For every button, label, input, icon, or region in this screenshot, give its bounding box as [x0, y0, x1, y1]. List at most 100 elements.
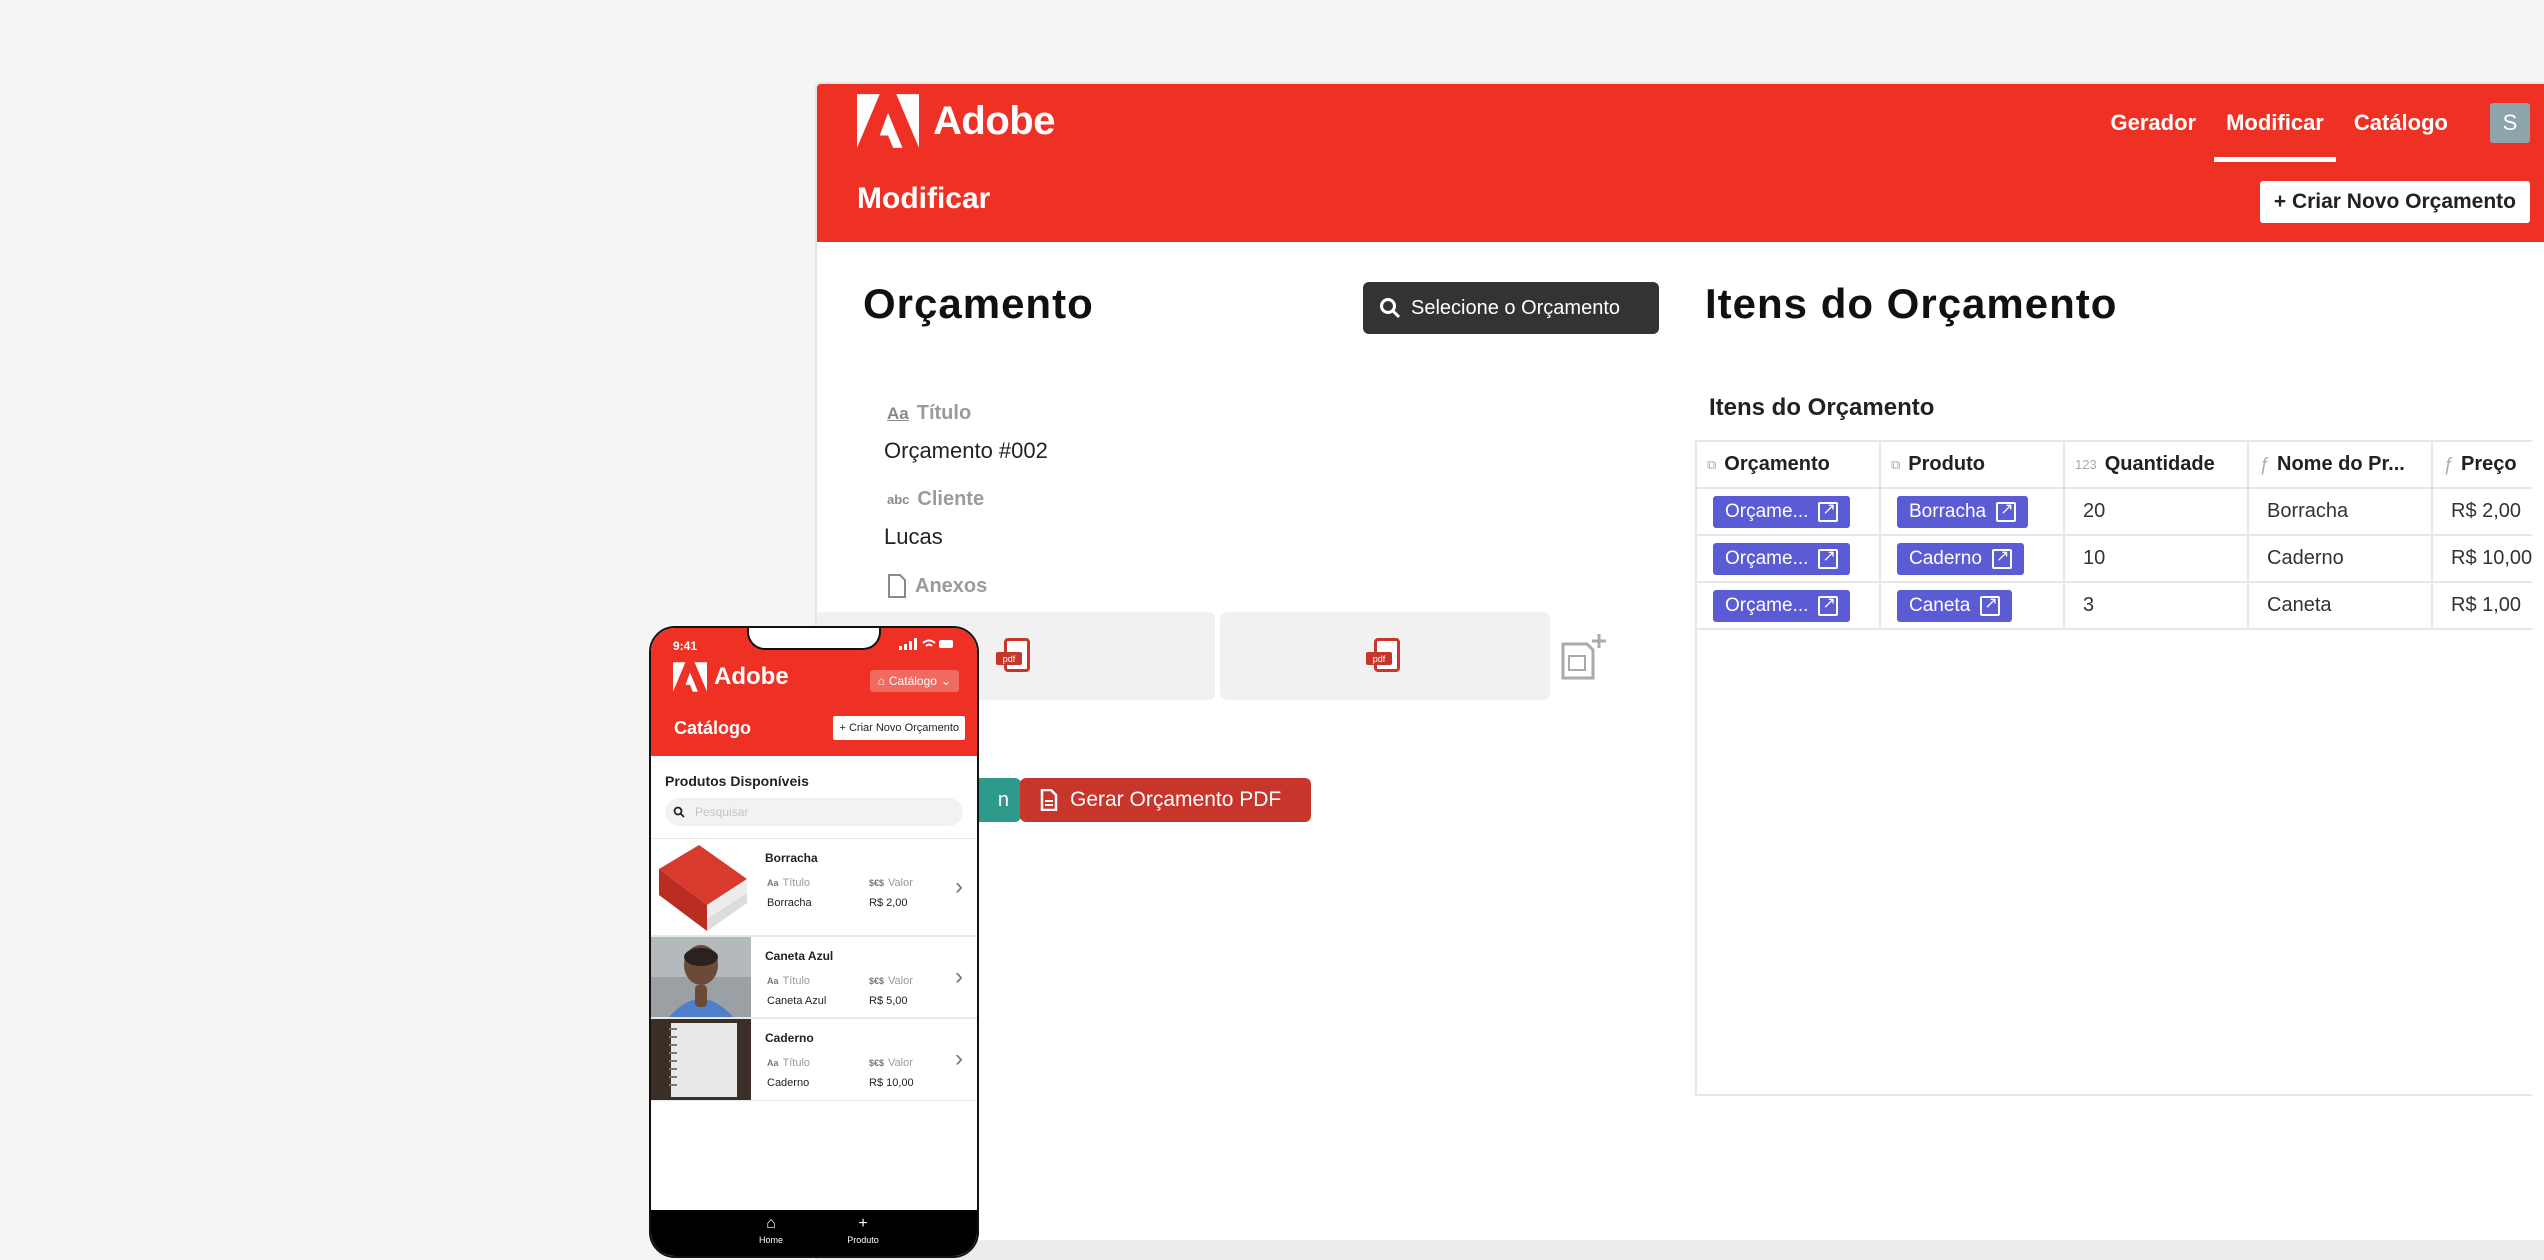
product-name: Caderno [765, 1031, 814, 1045]
nav-gerador[interactable]: Gerador [2098, 84, 2208, 162]
open-link-icon [1818, 546, 1839, 569]
price-cell[interactable]: R$ 1,00 [2433, 583, 2532, 628]
home-icon: ⌂ [766, 1215, 776, 1232]
value-label: $€$ Valor [869, 1057, 913, 1069]
list-item[interactable]: Caderno Aa Título $€$ Valor Caderno R$ 10,… [651, 1018, 977, 1101]
document-icon [1040, 789, 1058, 811]
phone-menu-dropdown[interactable]: ⌂ Catálogo ⌄ [869, 670, 959, 692]
top-nav: Gerador Modificar Catálogo S [2098, 84, 2544, 162]
notebook-image [651, 1019, 751, 1100]
logo-text: Adobe [933, 98, 1055, 143]
phone-mockup: 9:41 Adobe ⌂ Catálogo ⌄ Catálogo + Criar… [649, 626, 979, 1258]
status-icons [899, 638, 955, 653]
adobe-logo-icon [673, 662, 707, 692]
generate-pdf-label: Gerar Orçamento PDF [1070, 788, 1282, 811]
formula-icon: ƒ [2259, 454, 2270, 474]
price-value: R$ 5,00 [869, 995, 908, 1007]
quantity-cell[interactable]: 3 [2065, 583, 2249, 628]
pdf-file-icon: pdf [996, 638, 1034, 674]
open-link-icon [1818, 593, 1839, 616]
file-icon [888, 574, 906, 598]
page-title: Modificar [857, 182, 991, 215]
name-cell[interactable]: Caneta [2249, 583, 2433, 628]
title-value: Caderno [767, 1077, 810, 1089]
text-type-icon: Aa [887, 403, 909, 423]
shop-icon: ⌂ [877, 674, 885, 688]
quote-link-chip[interactable]: Orçame... [1713, 589, 1851, 622]
product-link-chip[interactable]: Caderno [1897, 542, 2024, 575]
name-cell[interactable]: Borracha [2249, 489, 2433, 534]
quote-link-chip[interactable]: Orçame... [1713, 542, 1851, 575]
app-header: Adobe Gerador Modificar Catálogo S Modif… [817, 84, 2544, 242]
phone-logo-text: Adobe [714, 663, 789, 690]
formula-icon: ƒ [2443, 454, 2454, 474]
col-nome[interactable]: ƒ Nome do Pr... [2249, 442, 2433, 487]
table-row: Orçame... Borracha 20 Borracha R$ 2,00 [1697, 489, 2532, 536]
title-value: Caneta Azul [767, 995, 827, 1007]
generate-pdf-button[interactable]: Gerar Orçamento PDF [1020, 778, 1311, 822]
products-section-title: Produtos Disponíveis [665, 773, 809, 789]
price-cell[interactable]: R$ 2,00 [2433, 489, 2532, 534]
title-field-value[interactable]: Orçamento #002 [884, 438, 1048, 464]
tab-home[interactable]: ⌂ Home [741, 1215, 801, 1246]
title-label: Aa Título [767, 877, 811, 889]
title-value: Borracha [767, 897, 812, 909]
chevron-right-icon[interactable]: › [955, 873, 963, 901]
phone-notch [747, 628, 881, 650]
product-name: Caneta Azul [765, 949, 834, 963]
status-time: 9:41 [673, 639, 698, 653]
attachment-tile[interactable]: pdf [1220, 612, 1550, 700]
phone-adobe-logo[interactable]: Adobe [673, 662, 789, 692]
relation-icon: ⧉ [1891, 456, 1901, 472]
number-icon: 123 [2075, 457, 2097, 472]
add-attachment-icon[interactable] [1557, 632, 1609, 684]
open-link-icon [1991, 546, 2012, 569]
client-field-label: abc Cliente [887, 488, 985, 510]
open-link-icon [1980, 593, 2001, 616]
search-icon [673, 806, 685, 818]
col-preco[interactable]: ƒ Preço [2433, 442, 2532, 487]
product-link-chip[interactable]: Caneta [1897, 589, 2013, 622]
attachments-label: Anexos [887, 574, 987, 598]
list-item[interactable]: Caneta Azul Aa Título $€$ Valor Caneta Azu… [651, 936, 977, 1018]
abc-type-icon: abc [887, 492, 910, 507]
list-item[interactable]: Borracha Aa Título $€$ Valor Borracha R$ 2… [651, 838, 977, 936]
desktop-window: Adobe Gerador Modificar Catálogo S Modif… [815, 82, 2544, 1260]
horizontal-scrollbar[interactable] [817, 1240, 2544, 1260]
pen-photo-image [651, 937, 751, 1017]
quantity-cell[interactable]: 20 [2065, 489, 2249, 534]
quantity-cell[interactable]: 10 [2065, 536, 2249, 581]
signal-wifi-battery-icon [899, 638, 953, 650]
nav-modificar[interactable]: Modificar [2214, 84, 2336, 162]
product-link-chip[interactable]: Borracha [1897, 495, 2029, 528]
items-table: ⧉ Orçamento ⧉ Produto 123 Quantidade ƒ Nome … [1695, 440, 2532, 1096]
name-cell[interactable]: Caderno [2249, 536, 2433, 581]
pdf-file-icon: pdf [1366, 638, 1404, 674]
price-cell[interactable]: R$ 10,00 [2433, 536, 2532, 581]
adobe-logo[interactable]: Adobe [857, 94, 1055, 148]
search-icon [1380, 298, 1401, 319]
col-orcamento[interactable]: ⧉ Orçamento [1697, 442, 1881, 487]
client-field-value[interactable]: Lucas [884, 524, 943, 550]
phone-tab-bar: ⌂ Home + Produto [651, 1210, 977, 1256]
nav-catalogo[interactable]: Catálogo [2342, 84, 2460, 162]
phone-page-title: Catálogo [674, 718, 752, 738]
col-produto[interactable]: ⧉ Produto [1881, 442, 2065, 487]
value-label: $€$ Valor [869, 877, 913, 889]
chevron-right-icon[interactable]: › [955, 1045, 963, 1073]
phone-search-input[interactable]: Pesquisar [665, 798, 963, 826]
tab-produto[interactable]: + Produto [833, 1216, 893, 1246]
open-link-icon [1818, 499, 1839, 522]
avatar[interactable]: S [2490, 103, 2530, 143]
chevron-right-icon[interactable]: › [955, 963, 963, 991]
title-field-label: Aa Título [887, 402, 972, 424]
product-name: Borracha [765, 851, 818, 865]
table-caption: Itens do Orçamento [1709, 394, 1935, 421]
phone-create-quote-button[interactable]: + Criar Novo Orçamento [833, 716, 965, 740]
table-header-row: ⧉ Orçamento ⧉ Produto 123 Quantidade ƒ Nome … [1697, 442, 2532, 489]
quote-link-chip[interactable]: Orçame... [1713, 495, 1851, 528]
adobe-logo-icon [857, 94, 919, 148]
select-quote-button[interactable]: Selecione o Orçamento [1363, 282, 1659, 334]
create-quote-button[interactable]: + Criar Novo Orçamento [2259, 181, 2530, 223]
col-quantidade[interactable]: 123 Quantidade [2065, 442, 2249, 487]
